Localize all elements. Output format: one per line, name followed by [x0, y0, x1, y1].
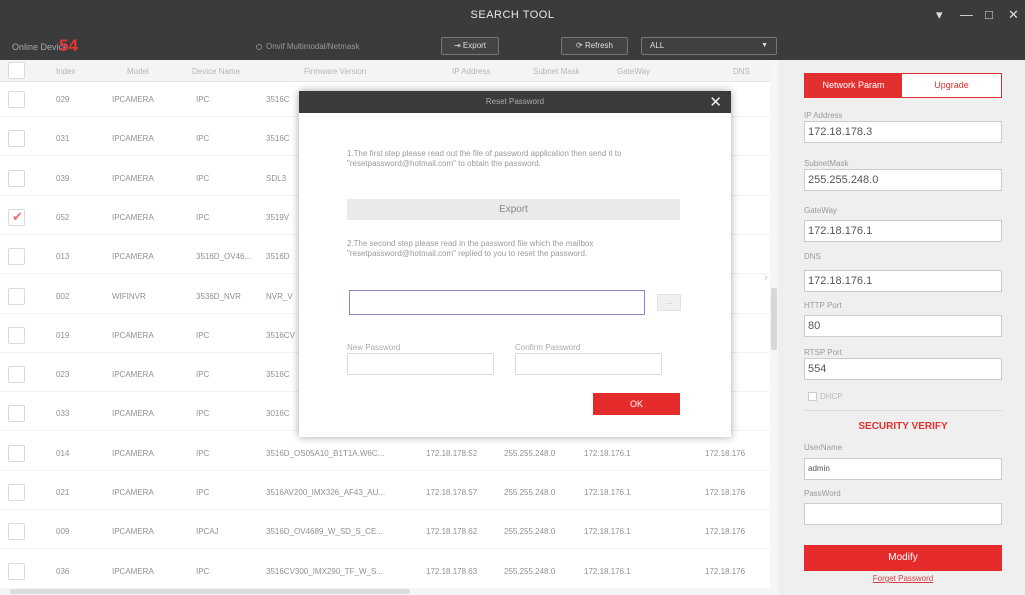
modify-button[interactable]: Modify	[804, 545, 1002, 571]
reset-password-dialog: Reset Password ✕ 1.The first step please…	[299, 91, 731, 437]
onvif-radio[interactable]: Onvif Multimodal/Netmask	[256, 42, 359, 51]
security-verify-title: SECURITY VERIFY	[858, 421, 948, 432]
chevron-down-icon: ▼	[761, 42, 768, 49]
panel-top-bar	[778, 33, 1025, 60]
password-file-input[interactable]	[349, 290, 645, 315]
gateway-label: GateWay	[804, 206, 838, 215]
confirm-password-input[interactable]	[515, 353, 662, 375]
refresh-icon: ⟳	[576, 41, 585, 50]
settings-dropdown-icon[interactable]: ▾	[936, 7, 943, 23]
title-bar: SEARCH TOOL ▾ — □ ✕	[0, 0, 1025, 33]
username-label: UserName	[804, 443, 843, 452]
export-icon: ⇥	[453, 41, 463, 50]
step-one-text: 1.The first step please read out the fil…	[347, 149, 622, 168]
http-port-label: HTTP Port	[804, 301, 842, 310]
subnet-mask-field[interactable]: 255.255.248.0	[804, 169, 1002, 191]
password-field[interactable]	[804, 503, 1002, 525]
password-label: PassWord	[804, 489, 841, 498]
dhcp-label: DHCP	[820, 392, 843, 401]
network-param-panel: Network Param Upgrade IP Address 172.18.…	[778, 60, 1025, 595]
close-icon[interactable]: ✕	[709, 93, 722, 111]
confirm-password-label: Confirm Password	[515, 343, 581, 352]
refresh-button-label: Refresh	[584, 41, 613, 50]
online-device-count: 54	[59, 36, 78, 55]
window-title: SEARCH TOOL	[470, 9, 555, 21]
username-field[interactable]: admin	[804, 458, 1002, 480]
ok-button[interactable]: OK	[593, 393, 680, 415]
radio-dot-icon	[256, 44, 262, 50]
dialog-title: Reset Password	[485, 97, 545, 106]
new-password-label: New Password	[347, 343, 401, 352]
device-filter-value: ALL	[650, 41, 665, 50]
dialog-export-button[interactable]: Export	[347, 199, 680, 220]
export-button[interactable]: ⇥ Export	[441, 37, 499, 55]
rtsp-port-label: RTSP Port	[804, 348, 842, 357]
onvif-radio-label: Onvif Multimodal/Netmask	[266, 42, 360, 51]
step-two-text: 2.The second step please read in the pas…	[347, 239, 594, 258]
browse-file-button[interactable]: ...	[657, 294, 681, 311]
tab-network-param[interactable]: Network Param	[805, 74, 902, 97]
subnet-mask-label: SubnetMask	[804, 159, 849, 168]
ip-address-label: IP Address	[804, 111, 843, 120]
divider	[804, 410, 1002, 411]
minimize-icon[interactable]: —	[960, 7, 973, 22]
dns-field[interactable]: 172.18.176.1	[804, 270, 1002, 292]
maximize-icon[interactable]: □	[985, 7, 993, 22]
dialog-header: Reset Password ✕	[299, 91, 731, 113]
dhcp-checkbox[interactable]: DHCP	[808, 392, 843, 401]
tab-upgrade[interactable]: Upgrade	[902, 74, 1001, 97]
forget-password-link[interactable]: Forget Password	[804, 574, 1002, 583]
new-password-input[interactable]	[347, 353, 494, 375]
rtsp-port-field[interactable]: 554	[804, 358, 1002, 380]
checkbox-icon	[808, 392, 817, 401]
device-filter-select[interactable]: ALL ▼	[641, 37, 777, 55]
close-icon[interactable]: ✕	[1008, 7, 1019, 23]
http-port-field[interactable]: 80	[804, 315, 1002, 337]
ip-address-field[interactable]: 172.18.178.3	[804, 121, 1002, 143]
export-button-label: Export	[462, 41, 487, 50]
gateway-field[interactable]: 172.18.176.1	[804, 220, 1002, 242]
panel-tabs: Network Param Upgrade	[804, 73, 1002, 98]
dns-label: DNS	[804, 252, 821, 261]
refresh-button[interactable]: ⟳ Refresh	[561, 37, 628, 55]
toolbar: Online Device 54 Onvif Multimodal/Netmas…	[0, 33, 778, 60]
